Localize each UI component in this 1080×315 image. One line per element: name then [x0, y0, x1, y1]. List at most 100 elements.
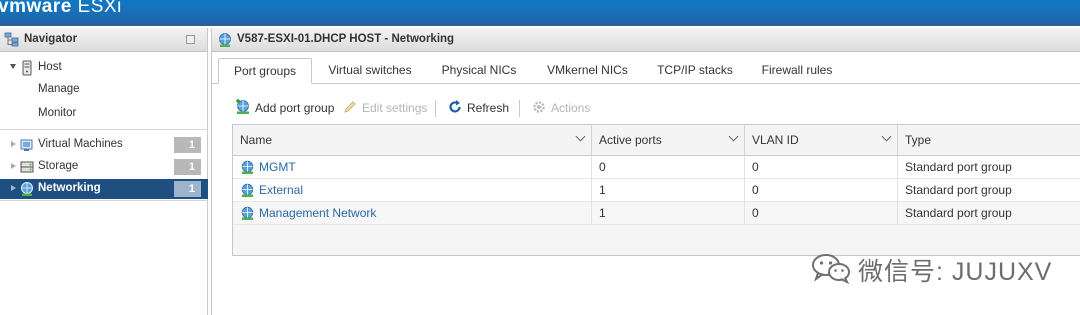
- cell-active-ports: 1: [592, 179, 745, 202]
- port-group-link[interactable]: External: [259, 183, 303, 197]
- table-row[interactable]: MGMT 0 0 Standard port group: [233, 156, 1080, 179]
- tab-port-groups[interactable]: Port groups: [218, 58, 312, 84]
- cell-value: Standard port group: [905, 206, 1012, 220]
- nav-item-manage-label: Manage: [38, 83, 80, 95]
- toolbar-separator: [519, 100, 520, 117]
- nav-item-networking[interactable]: Networking 1: [0, 179, 208, 199]
- column-header-label: Name: [240, 133, 273, 147]
- chevron-down-icon[interactable]: [10, 64, 16, 69]
- column-header-label: Active ports: [599, 133, 662, 147]
- nav-item-monitor-label: Monitor: [38, 107, 77, 119]
- gear-icon: [533, 101, 545, 113]
- column-header-vlan-id[interactable]: VLAN ID: [745, 125, 898, 156]
- column-header-type[interactable]: Type: [898, 125, 1080, 156]
- column-header-label: Type: [905, 133, 932, 147]
- add-network-icon: [236, 99, 249, 114]
- cell-type: Standard port group: [898, 156, 1080, 179]
- column-header-label: VLAN ID: [752, 133, 799, 147]
- cell-value: Standard port group: [905, 183, 1012, 197]
- cell-value: 0: [752, 183, 759, 197]
- chevron-down-icon[interactable]: [881, 131, 892, 142]
- count-badge: 1: [174, 181, 201, 197]
- page-title: V587-ESXI-01.DHCP HOST - Networking: [237, 33, 455, 45]
- actions-label: Actions: [551, 101, 591, 115]
- cell-type: Standard port group: [898, 202, 1080, 225]
- cell-active-ports: 0: [592, 156, 745, 179]
- virtual-machine-icon: [20, 139, 33, 151]
- nav-divider: [0, 200, 208, 201]
- nav-item-host-label: Host: [38, 61, 62, 73]
- tab-firewall-rules[interactable]: Firewall rules: [754, 58, 840, 84]
- chevron-right-icon[interactable]: [11, 185, 16, 191]
- tab-vmkernel-nics[interactable]: VMkernel NICs: [540, 58, 635, 84]
- host-icon: [22, 60, 32, 76]
- table-row[interactable]: Management Network 1 0 Standard port gro…: [233, 202, 1080, 225]
- brand-logo: vmware ESXi: [0, 0, 122, 18]
- table-row[interactable]: External 1 0 Standard port group: [233, 179, 1080, 202]
- navigator-header: Navigator: [0, 28, 207, 52]
- count-badge: 1: [174, 137, 201, 153]
- toolbar: Add port group Edit settings Refresh Act…: [232, 98, 932, 120]
- nav-item-networking-label: Networking: [38, 182, 101, 194]
- watermark-text: 微信号: JUJUXV: [858, 258, 1053, 286]
- cell-vlan-id: 0: [745, 179, 898, 202]
- tab-tcpip-stacks[interactable]: TCP/IP stacks: [649, 58, 741, 84]
- nav-item-virtual-machines-label: Virtual Machines: [38, 138, 123, 150]
- count-badge: 1: [174, 159, 201, 175]
- toolbar-separator: [435, 100, 436, 117]
- tab-bar: Port groups Virtual switches Physical NI…: [212, 54, 1080, 84]
- port-group-link[interactable]: Management Network: [259, 206, 376, 220]
- brand-vm: vmware: [0, 0, 72, 17]
- table-header: Name Active ports VLAN ID Type: [233, 125, 1080, 156]
- tab-physical-nics[interactable]: Physical NICs: [434, 58, 524, 84]
- cell-name[interactable]: Management Network: [233, 202, 592, 225]
- add-port-group-label: Add port group: [255, 101, 335, 115]
- chevron-right-icon[interactable]: [11, 141, 16, 147]
- collapse-icon[interactable]: [186, 35, 195, 44]
- navigator-title: Navigator: [24, 33, 78, 45]
- content-header: V587-ESXI-01.DHCP HOST - Networking: [212, 28, 1080, 52]
- nav-item-virtual-machines[interactable]: Virtual Machines 1: [0, 135, 208, 155]
- tab-virtual-switches[interactable]: Virtual switches: [320, 58, 420, 84]
- chevron-down-icon[interactable]: [728, 131, 739, 142]
- networking-icon: [21, 182, 33, 196]
- cell-active-ports: 1: [592, 202, 745, 225]
- cell-value: 1: [599, 183, 606, 197]
- cell-vlan-id: 0: [745, 156, 898, 179]
- port-group-icon: [241, 206, 254, 220]
- wechat-icon: [812, 254, 850, 284]
- port-group-icon: [241, 183, 254, 197]
- refresh-icon: [449, 100, 461, 113]
- nav-item-storage[interactable]: Storage 1: [0, 157, 208, 177]
- nav-item-host[interactable]: Host: [0, 58, 208, 78]
- chevron-right-icon[interactable]: [11, 163, 16, 169]
- cell-value: 0: [752, 206, 759, 220]
- cell-vlan-id: 0: [745, 202, 898, 225]
- port-group-link[interactable]: MGMT: [259, 160, 296, 174]
- nav-item-monitor[interactable]: Monitor: [0, 104, 208, 124]
- navigator-icon: [4, 32, 19, 47]
- cell-value: 0: [599, 160, 606, 174]
- nav-item-storage-label: Storage: [38, 160, 79, 172]
- networking-icon: [219, 33, 231, 47]
- brand-product: ESXi: [77, 0, 122, 17]
- port-group-icon: [241, 160, 254, 174]
- cell-name[interactable]: MGMT: [233, 156, 592, 179]
- nav-item-manage[interactable]: Manage: [0, 80, 208, 100]
- chevron-down-icon[interactable]: [575, 131, 586, 142]
- cell-value: 1: [599, 206, 606, 220]
- port-groups-table: Name Active ports VLAN ID Type MGMT 0 0 …: [232, 124, 1080, 256]
- top-bar: vmware ESXi: [0, 0, 1080, 26]
- refresh-label: Refresh: [467, 101, 510, 115]
- nav-divider: [0, 129, 208, 130]
- storage-icon: [20, 161, 34, 173]
- navigator-panel: Navigator Host Manage Monitor Virtual Ma…: [0, 28, 208, 315]
- cell-value: 0: [752, 160, 759, 174]
- pencil-icon: [344, 101, 356, 113]
- column-header-name[interactable]: Name: [233, 125, 592, 156]
- watermark: 微信号: JUJUXV: [806, 248, 1074, 288]
- cell-name[interactable]: External: [233, 179, 592, 202]
- column-header-active-ports[interactable]: Active ports: [592, 125, 745, 156]
- cell-value: Standard port group: [905, 160, 1012, 174]
- edit-settings-label: Edit settings: [362, 101, 428, 115]
